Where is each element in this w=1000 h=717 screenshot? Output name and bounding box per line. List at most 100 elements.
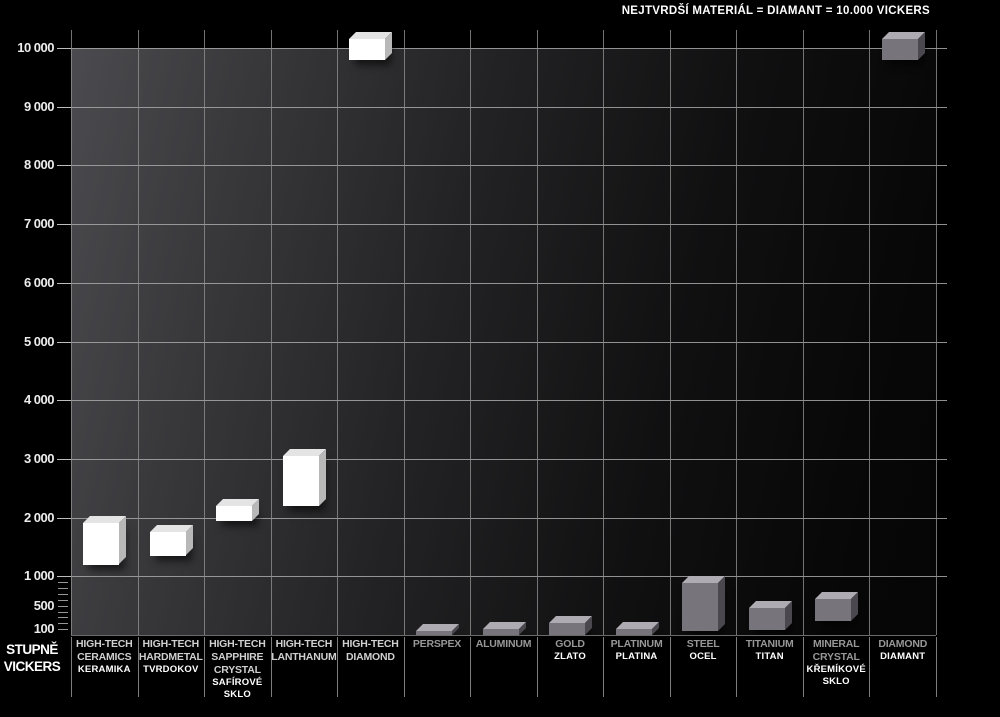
category-label: PLATINUMPLATINA xyxy=(603,638,670,663)
y-axis-minor-tick xyxy=(58,606,68,607)
gridline-v xyxy=(869,30,870,635)
category-label: MINERALCRYSTALKŘEMÍKOVÉSKLO xyxy=(803,638,870,688)
bar-front xyxy=(682,583,718,631)
category-label-english: HIGH-TECH xyxy=(271,638,338,651)
y-axis-major-tick xyxy=(57,576,71,577)
category-label-czech: PLATINA xyxy=(603,651,670,663)
gridline-h xyxy=(71,283,947,284)
gridline-h xyxy=(71,518,947,519)
bar-front xyxy=(216,506,252,521)
plot-area xyxy=(71,30,936,635)
chart-title: NEJTVRDŠÍ MATERIÁL = DIAMANT = 10.000 VI… xyxy=(622,5,930,17)
y-tick-label: 4 000 xyxy=(0,392,54,408)
y-tick-label: 100 xyxy=(0,621,54,637)
y-axis-major-tick xyxy=(57,48,71,49)
bar-front xyxy=(150,532,186,555)
category-label: HIGH-TECHLANTHANUM xyxy=(271,638,338,664)
bar-front xyxy=(815,599,851,621)
y-tick-label: 500 xyxy=(0,598,54,614)
category-label-czech: SKLO xyxy=(204,689,271,701)
y-axis-title-line1: STUPNĚ xyxy=(0,641,64,658)
gridline-v xyxy=(736,30,737,635)
category-label-czech: SKLO xyxy=(803,676,870,688)
y-tick-label: 2 000 xyxy=(0,510,54,526)
category-label: DIAMONDDIAMANT xyxy=(869,638,936,663)
gridline-v xyxy=(803,30,804,635)
gridline-h xyxy=(71,459,947,460)
category-label: HIGH-TECHCERAMICSKERAMIKA xyxy=(71,638,138,676)
y-axis-major-tick xyxy=(57,165,71,166)
gridline-v xyxy=(204,30,205,635)
gridline-v xyxy=(936,30,937,635)
gridline-v xyxy=(138,30,139,635)
gridline-v xyxy=(404,30,405,635)
category-label-english: CRYSTAL xyxy=(204,664,271,677)
category-label-english: LANTHANUM xyxy=(271,651,338,664)
y-tick-label: 5 000 xyxy=(0,334,54,350)
category-label-english: HIGH-TECH xyxy=(71,638,138,651)
x-axis-labels: HIGH-TECHCERAMICSKERAMIKAHIGH-TECHHARDME… xyxy=(71,638,936,713)
category-label-english: CRYSTAL xyxy=(803,651,870,664)
category-label-english: CERAMICS xyxy=(71,651,138,664)
category-label-czech: ZLATO xyxy=(537,651,604,663)
category-label-english: HIGH-TECH xyxy=(337,638,404,651)
category-label-english: MINERAL xyxy=(803,638,870,651)
x-axis-baseline xyxy=(71,635,936,636)
y-axis-major-tick xyxy=(57,283,71,284)
gridline-h xyxy=(71,576,947,577)
category-label-czech: OCEL xyxy=(670,651,737,663)
y-axis-major-tick xyxy=(57,342,71,343)
y-tick-label: 1 000 xyxy=(0,568,54,584)
y-tick-label: 9 000 xyxy=(0,99,54,115)
gridline-h xyxy=(71,165,947,166)
category-label-english: GOLD xyxy=(537,638,604,651)
y-tick-label: 7 000 xyxy=(0,216,54,232)
category-label-english: PLATINUM xyxy=(603,638,670,651)
category-label-english: SAPPHIRE xyxy=(204,651,271,664)
category-label: HIGH-TECHSAPPHIRECRYSTALSAFÍROVÉSKLO xyxy=(204,638,271,701)
y-axis-minor-tick xyxy=(58,629,68,630)
category-label: STEELOCEL xyxy=(670,638,737,663)
gridline-h xyxy=(71,48,947,49)
category-label-english: DIAMOND xyxy=(869,638,936,651)
gridline-h xyxy=(71,107,947,108)
category-label-english: DIAMOND xyxy=(337,651,404,664)
category-label-czech: KERAMIKA xyxy=(71,664,138,676)
y-tick-label: 6 000 xyxy=(0,275,54,291)
y-axis-minor-tick xyxy=(58,617,68,618)
gridline-v xyxy=(271,30,272,635)
y-axis-major-tick xyxy=(57,107,71,108)
bar-front xyxy=(882,39,918,60)
gridline-v xyxy=(537,30,538,635)
y-tick-label: 8 000 xyxy=(0,157,54,173)
category-label-english: ALUMINUM xyxy=(470,638,537,651)
category-label: HIGH-TECHDIAMOND xyxy=(337,638,404,664)
gridline-v xyxy=(603,30,604,635)
gridline-h xyxy=(71,224,947,225)
gridline-h xyxy=(71,342,947,343)
bar-side-face xyxy=(718,576,725,631)
category-label: TITANIUMTITAN xyxy=(736,638,803,663)
y-axis-minor-tick xyxy=(58,612,68,613)
bar-front xyxy=(83,523,119,564)
category-label-english: HARDMETAL xyxy=(138,651,205,664)
y-tick-label: 3 000 xyxy=(0,451,54,467)
y-axis-minor-tick xyxy=(58,600,68,601)
category-label-czech: SAFÍROVÉ xyxy=(204,677,271,689)
y-axis-title-line2: VICKERS xyxy=(0,658,64,675)
y-axis-major-tick xyxy=(57,459,71,460)
y-axis-major-tick xyxy=(57,400,71,401)
gridline-v xyxy=(670,30,671,635)
y-axis-major-tick xyxy=(57,224,71,225)
bar-front xyxy=(349,39,385,60)
category-label: HIGH-TECHHARDMETALTVRDOKOV xyxy=(138,638,205,676)
bar-side-face xyxy=(119,516,126,564)
hardness-chart: NEJTVRDŠÍ MATERIÁL = DIAMANT = 10.000 VI… xyxy=(0,0,1000,717)
bar-front xyxy=(749,608,785,630)
gridline-v xyxy=(337,30,338,635)
bar-side-face xyxy=(319,449,326,506)
category-label: GOLDZLATO xyxy=(537,638,604,663)
category-label-english: HIGH-TECH xyxy=(138,638,205,651)
y-tick-label: 10 000 xyxy=(0,40,54,56)
y-axis-minor-tick xyxy=(58,623,68,624)
